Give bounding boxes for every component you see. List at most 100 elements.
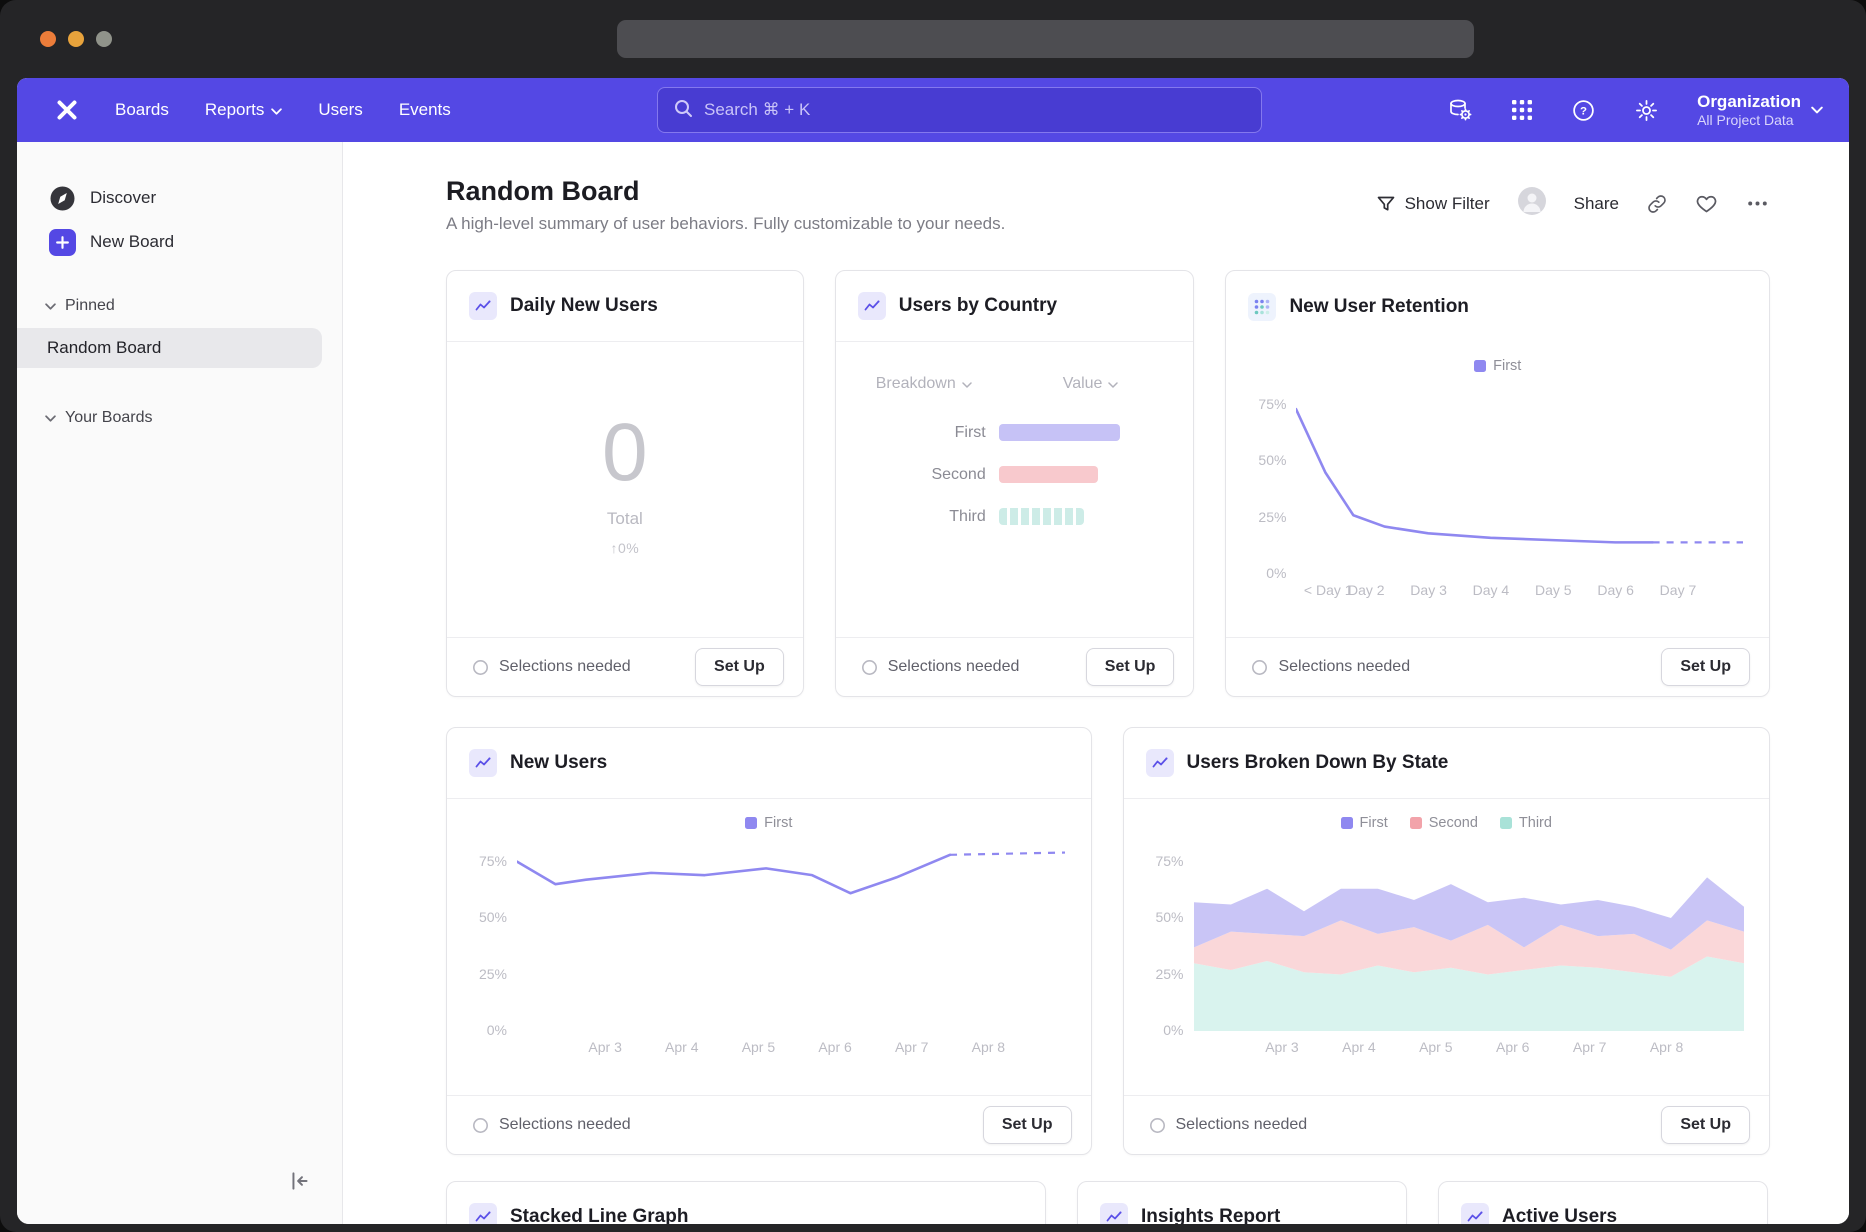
sidebar-section-your-boards[interactable]: Your Boards [17,400,342,436]
set-up-button[interactable]: Set Up [695,648,784,686]
mixpanel-logo-icon[interactable] [55,98,79,122]
x-tick-label: Day 3 [1410,582,1447,598]
country-bar [999,424,1120,441]
y-tick-label: 25% [479,966,507,982]
settings-gear-icon[interactable] [1634,98,1659,123]
global-search [657,87,1262,133]
card-title: Users by Country [899,295,1057,317]
legend-item: First [1341,815,1388,831]
legend-swatch [1500,817,1512,829]
x-tick-label: Apr 7 [1573,1039,1606,1055]
search-input[interactable] [704,100,1246,120]
chevron-down-icon [1108,375,1118,393]
set-up-button[interactable]: Set Up [1661,1106,1750,1144]
content-area: Discover New Board Pinned Random Board [17,142,1849,1224]
y-tick-label: 50% [479,909,507,925]
card-header: New Users [447,728,1091,799]
legend-label: Second [1429,815,1478,831]
legend-swatch [1341,817,1353,829]
apps-grid-icon[interactable] [1511,99,1533,121]
sidebar-item-random-board[interactable]: Random Board [17,328,322,368]
country-row-label: First [836,424,999,442]
radio-circle-icon [861,659,878,676]
radio-circle-icon [1149,1117,1166,1134]
y-tick-label: 25% [1155,966,1183,982]
ellipsis-icon [1745,191,1770,216]
card-new-user-retention: New User Retention First75%50%25%0%< Day… [1225,270,1770,697]
sidebar-item-discover[interactable]: Discover [17,176,342,220]
chevron-down-icon [45,297,56,315]
page-title: Random Board [446,176,1005,207]
metric-value: 0 [602,412,648,494]
sidebar-item-new-board[interactable]: New Board [17,220,342,264]
show-filter-label: Show Filter [1405,194,1490,214]
card-title: Users Broken Down By State [1187,752,1449,774]
copy-link-button[interactable] [1646,193,1668,215]
chart-plot-wrap: 75%50%25%0% [473,839,1065,1031]
window-close-button[interactable] [40,31,56,47]
x-tick-label: Apr 3 [588,1039,621,1055]
data-management-icon[interactable] [1447,97,1473,123]
card-footer: Selections needed Set Up [1226,637,1769,696]
help-icon[interactable]: ? [1571,98,1596,123]
line-chart-icon [1100,1203,1128,1224]
set-up-button[interactable]: Set Up [1086,648,1175,686]
x-tick-label: Day 5 [1535,582,1572,598]
breakdown-dropdown-label: Breakdown [876,375,956,393]
selections-needed-status: Selections needed [888,658,1020,676]
org-switcher[interactable]: Organization All Project Data [1697,91,1823,130]
favorite-button[interactable] [1695,192,1718,215]
breakdown-dropdown[interactable]: Breakdown [836,375,1012,393]
board-title-block: Random Board A high-level summary of use… [446,176,1005,234]
nav-item-events[interactable]: Events [399,100,451,120]
value-dropdown-label: Value [1063,375,1103,393]
traffic-lights [40,31,112,47]
show-filter-button[interactable]: Show Filter [1376,194,1490,214]
top-nav: Boards Reports Users Events [17,78,1849,142]
y-tick-label: 50% [1258,452,1286,468]
card-footer: Selections needed Set Up [447,1095,1091,1154]
set-up-button[interactable]: Set Up [983,1106,1072,1144]
country-row: Second [836,466,1194,483]
set-up-button[interactable]: Set Up [1661,648,1750,686]
x-tick-label: Apr 5 [742,1039,775,1055]
nav-item-reports[interactable]: Reports [205,100,283,120]
legend-label: Third [1519,815,1552,831]
selections-needed-status: Selections needed [499,658,631,676]
share-button[interactable]: Share [1574,194,1619,214]
card-daily-new-users: Daily New Users 0 Total ↑0% Selections n… [446,270,804,697]
window-minimize-button[interactable] [68,31,84,47]
board-header: Random Board A high-level summary of use… [446,176,1770,234]
new-users-chart: First75%50%25%0%Apr 3Apr 4Apr 5Apr 6Apr … [447,799,1091,1057]
collapse-sidebar-button[interactable] [288,1169,312,1198]
address-bar[interactable] [617,20,1474,58]
retention-grid-icon [1248,293,1276,321]
series-line-first [1296,409,1653,542]
card-header: Users by Country [836,271,1194,342]
new_users-svg [517,839,1065,1031]
legend-item: Third [1500,815,1552,831]
card-title: Daily New Users [510,295,658,317]
selections-needed-status: Selections needed [1176,1116,1308,1134]
y-axis: 75%50%25%0% [1252,382,1296,574]
sidebar-section-pinned[interactable]: Pinned [17,288,342,324]
more-options-button[interactable] [1745,191,1770,216]
avatar[interactable] [1517,186,1547,221]
country-bar [999,508,1084,525]
top-nav-right: ? Organization All Project Data [1447,78,1823,142]
collapse-icon [288,1169,312,1193]
country-chart-body: Breakdown Value FirstSecondThird [836,342,1194,637]
card-header: Insights Report [1078,1182,1406,1224]
window-zoom-button[interactable] [96,31,112,47]
value-dropdown[interactable]: Value [1012,375,1170,393]
window-frame: Boards Reports Users Events [0,0,1866,1232]
card-header: Daily New Users [447,271,803,342]
users-by-state-chart: FirstSecondThird75%50%25%0%Apr 3Apr 4Apr… [1124,799,1770,1057]
card-active-users: Active Users [1438,1181,1768,1224]
nav-item-boards[interactable]: Boards [115,100,169,120]
app-window: Boards Reports Users Events [17,78,1849,1224]
x-tick-label: Apr 6 [1496,1039,1529,1055]
card-header: New User Retention [1226,271,1769,342]
nav-item-users[interactable]: Users [318,100,362,120]
sidebar-section-label: Your Boards [65,409,152,427]
